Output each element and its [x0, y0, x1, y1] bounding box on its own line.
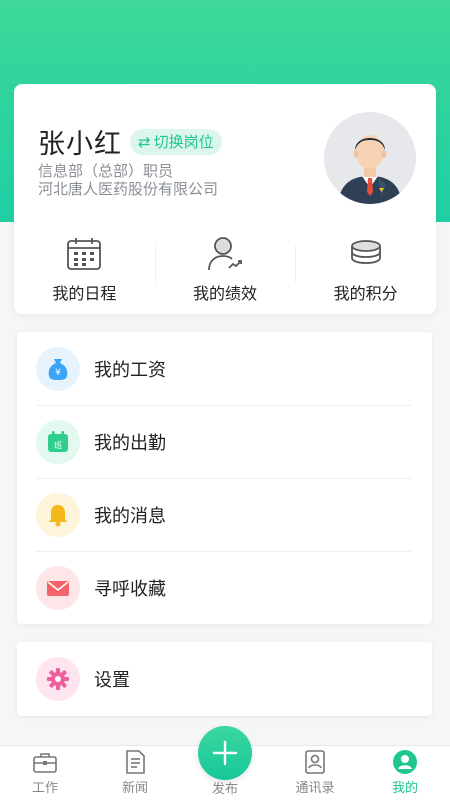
news-icon — [126, 750, 145, 774]
quick-action-performance[interactable]: 我的绩效 — [154, 234, 296, 304]
coins-icon — [350, 240, 381, 264]
publish-label: 发布 — [211, 782, 238, 797]
tab-label: 通讯录 — [295, 781, 335, 796]
performance-icon — [208, 237, 242, 271]
quick-action-label: 我的绩效 — [193, 284, 258, 303]
switch-arrows-icon: ⇄ — [138, 132, 151, 151]
menu-item-messages[interactable]: 我的消息 — [17, 478, 432, 551]
menu-item-label: 我的消息 — [94, 505, 166, 527]
company-text: 河北唐人医药股份有限公司 — [38, 180, 219, 198]
menu-item-settings[interactable]: 设置 — [17, 642, 432, 716]
tab-label: 新闻 — [121, 781, 148, 796]
money-bag-icon: ¥ — [36, 346, 80, 391]
svg-text:¥: ¥ — [55, 368, 61, 378]
tab-contacts[interactable]: 通讯录 — [270, 746, 360, 800]
publish-button[interactable] — [198, 726, 252, 780]
attendance-icon: 班 — [36, 419, 80, 464]
menu-item-page-favorites[interactable]: 寻呼收藏 — [17, 551, 432, 624]
quick-action-schedule[interactable]: 我的日程 — [14, 234, 155, 304]
quick-action-points[interactable]: 我的积分 — [295, 234, 436, 304]
avatar-person-icon — [324, 112, 416, 204]
contacts-icon — [305, 750, 325, 774]
tab-work[interactable]: 工作 — [0, 746, 90, 800]
profile-card: 张小红 ⇄ 切换岗位 信息部（总部）职员 河北唐人医药股份有限公司 我的日程 我… — [14, 84, 436, 314]
calendar-icon — [67, 238, 102, 270]
menu-item-label: 我的出勤 — [94, 432, 166, 454]
plus-icon — [212, 740, 238, 766]
tab-me[interactable]: 我的 — [360, 746, 450, 800]
settings-card: 设置 — [17, 642, 432, 716]
gear-icon — [36, 657, 80, 701]
bell-icon — [36, 492, 80, 537]
name-row: 张小红 ⇄ 切换岗位 — [38, 122, 222, 161]
avatar[interactable] — [324, 112, 416, 204]
menu-item-label: 设置 — [94, 670, 130, 691]
menu-item-label: 寻呼收藏 — [94, 578, 166, 600]
switch-position-button[interactable]: ⇄ 切换岗位 — [130, 128, 222, 155]
menu-card: ¥ 我的工资 班 我的出勤 我的消息 寻呼收藏 — [17, 332, 432, 624]
me-icon — [393, 750, 417, 774]
briefcase-icon — [33, 753, 57, 773]
menu-item-salary[interactable]: ¥ 我的工资 — [17, 332, 432, 405]
menu-item-attendance[interactable]: 班 我的出勤 — [17, 405, 432, 478]
envelope-icon — [36, 565, 80, 610]
tab-label: 我的 — [391, 781, 418, 796]
menu-item-label: 我的工资 — [94, 359, 166, 381]
quick-action-label: 我的日程 — [52, 284, 117, 303]
user-name: 张小红 — [38, 129, 122, 160]
tab-label: 工作 — [31, 781, 58, 796]
tab-news[interactable]: 新闻 — [90, 746, 180, 800]
quick-action-label: 我的积分 — [333, 284, 398, 303]
quick-actions: 我的日程 我的绩效 我的积分 — [14, 234, 436, 304]
svg-text:班: 班 — [54, 440, 62, 450]
switch-position-label: 切换岗位 — [153, 133, 214, 151]
